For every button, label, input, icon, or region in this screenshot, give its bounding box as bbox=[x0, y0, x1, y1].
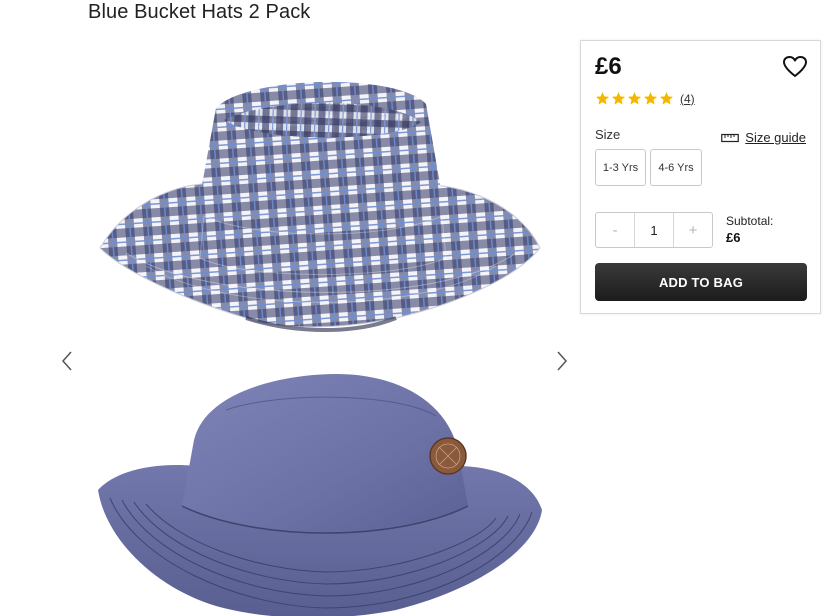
product-page: Blue Bucket Hats 2 Pack £6 (4) Size Size… bbox=[0, 0, 824, 616]
size-option-1-3-yrs[interactable]: 1-3 Yrs bbox=[595, 149, 646, 186]
gallery-prev-button[interactable] bbox=[55, 346, 79, 376]
star-icon bbox=[660, 92, 673, 105]
ruler-icon bbox=[721, 133, 740, 142]
product-title: Blue Bucket Hats 2 Pack bbox=[88, 1, 311, 23]
wishlist-button[interactable] bbox=[782, 55, 808, 79]
heart-outline-icon bbox=[783, 56, 807, 77]
quantity-stepper: - 1 + bbox=[595, 212, 713, 248]
size-options: 1-3 Yrs 4-6 Yrs bbox=[595, 149, 702, 186]
quantity-decrease-button[interactable]: - bbox=[596, 213, 634, 247]
chevron-left-icon bbox=[61, 351, 72, 371]
star-icon bbox=[596, 92, 609, 105]
size-guide-link[interactable]: Size guide bbox=[721, 130, 806, 145]
image-gallery bbox=[40, 40, 580, 616]
subtotal-label: Subtotal: bbox=[726, 214, 774, 228]
product-price: £6 bbox=[595, 53, 622, 80]
star-icon bbox=[644, 92, 657, 105]
add-to-bag-button[interactable]: ADD TO BAG bbox=[595, 263, 807, 301]
chambray-bucket-hat-image bbox=[98, 374, 542, 616]
star-icon bbox=[628, 92, 641, 105]
star-icon bbox=[612, 92, 625, 105]
size-label: Size bbox=[595, 127, 621, 142]
size-option-4-6-yrs[interactable]: 4-6 Yrs bbox=[650, 149, 702, 186]
rating-stars bbox=[595, 91, 674, 106]
subtotal: Subtotal: £6 bbox=[726, 214, 773, 245]
review-count-link[interactable]: (4) bbox=[680, 92, 695, 106]
size-guide-label: Size guide bbox=[745, 130, 806, 145]
quantity-input[interactable]: 1 bbox=[634, 213, 674, 247]
quantity-increase-button[interactable]: + bbox=[674, 213, 712, 247]
product-rating: (4) bbox=[595, 91, 695, 106]
chevron-right-icon bbox=[557, 351, 568, 371]
buy-box: £6 (4) Size Size guide 1-3 Yrs 4-6 Yrs -… bbox=[580, 40, 821, 314]
subtotal-value: £6 bbox=[726, 230, 741, 245]
gallery-next-button[interactable] bbox=[550, 346, 574, 376]
gingham-bucket-hat-image bbox=[99, 81, 541, 332]
